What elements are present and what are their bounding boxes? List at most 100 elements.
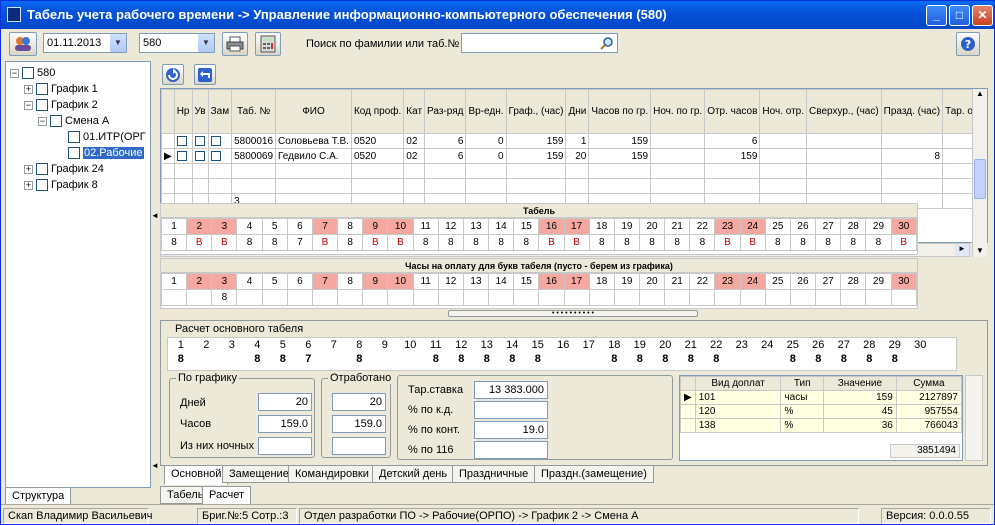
day-value[interactable]: 8 [840, 234, 867, 251]
day-value[interactable]: 8 [613, 234, 640, 251]
calculator-button[interactable] [255, 32, 281, 56]
checkbox[interactable] [210, 150, 221, 161]
column-header[interactable]: Код проф. [350, 89, 405, 134]
doplaty-cell[interactable]: 138 [694, 418, 782, 433]
tab-4[interactable]: Праздничные [452, 465, 536, 483]
cell-nochotr[interactable] [759, 133, 808, 149]
tree-node-grafik-8[interactable]: + График 8 [24, 177, 98, 193]
day-value[interactable]: В [739, 234, 766, 251]
cell-otr[interactable]: 6 [704, 133, 761, 149]
column-header[interactable]: Празд. (час) [880, 89, 944, 134]
day-value[interactable]: В [387, 234, 414, 251]
doplaty-scrollbar[interactable] [965, 375, 983, 461]
day-value[interactable] [865, 289, 892, 306]
cell-chgr[interactable]: 159 [588, 148, 652, 164]
structure-tree[interactable]: −580 + График 1 − График 2 − Смена А 01.ИТР… [5, 61, 151, 488]
cell-vr[interactable]: 0 [465, 148, 507, 164]
tree-node-smena-a[interactable]: − Смена А [38, 113, 109, 129]
day-value[interactable] [664, 289, 691, 306]
unit-select[interactable]: 580 ▼ [139, 33, 215, 53]
day-value[interactable]: 8 [261, 234, 288, 251]
checkbox[interactable] [36, 83, 48, 96]
cell-otr[interactable]: 159 [704, 148, 761, 164]
column-header[interactable]: Ноч. по гр. [650, 89, 706, 134]
tree-node-grafik-1[interactable]: + График 1 [24, 81, 98, 97]
day-value[interactable]: В [714, 234, 741, 251]
row-checkbox[interactable] [173, 148, 193, 164]
p116-field[interactable] [474, 441, 548, 459]
otr-night-field[interactable] [332, 437, 386, 455]
cell-kod[interactable]: 0520 [350, 133, 405, 149]
checkbox[interactable] [68, 131, 80, 144]
day-value[interactable]: 8 [764, 234, 791, 251]
cell-noch[interactable] [650, 148, 706, 164]
checkbox[interactable] [194, 150, 205, 161]
day-value[interactable] [412, 289, 439, 306]
day-value[interactable] [513, 289, 540, 306]
tab-2[interactable]: Командировки [288, 465, 376, 483]
doplaty-cell[interactable]: часы [780, 390, 824, 405]
doplaty-row[interactable]: 138% 36 766043 [680, 418, 963, 433]
day-value[interactable] [638, 289, 666, 306]
day-value[interactable] [538, 289, 565, 306]
checkbox[interactable] [176, 150, 187, 161]
checkbox[interactable] [210, 135, 221, 146]
day-value[interactable] [689, 289, 716, 306]
cell-graf[interactable]: 159 [505, 133, 567, 149]
doplaty-cell[interactable]: 957554 [895, 404, 963, 419]
cell-razr[interactable]: 6 [424, 148, 467, 164]
collapse-icon[interactable]: − [24, 100, 33, 110]
doplaty-cell[interactable]: 159 [822, 390, 897, 405]
arrow-right-icon[interactable]: ► [955, 244, 969, 256]
day-value[interactable]: 8 [689, 234, 716, 251]
checkbox[interactable] [50, 115, 62, 128]
day-value[interactable] [714, 289, 741, 306]
doplaty-cell[interactable]: 2127897 [895, 390, 963, 405]
cell-sverh[interactable] [806, 148, 882, 164]
row-checkbox[interactable] [191, 148, 209, 164]
column-header[interactable]: Сверхур., (час) [806, 89, 882, 134]
cell-razr[interactable]: 6 [424, 133, 467, 149]
doplaty-cell[interactable]: % [780, 418, 824, 433]
collapse-icon[interactable]: − [38, 116, 47, 126]
column-header[interactable]: Дни [565, 89, 590, 134]
cell-kat[interactable]: 02 [403, 133, 426, 149]
maximize-button[interactable]: □ [949, 5, 970, 26]
close-button[interactable]: ✕ [972, 5, 993, 26]
day-value[interactable]: 8 [865, 234, 892, 251]
cell-kat[interactable]: 02 [403, 148, 426, 164]
tree-node-rabochie[interactable]: 02.Рабочие [68, 145, 144, 161]
tab-5[interactable]: Праздн.(замещение) [534, 465, 654, 483]
column-header[interactable]: Граф., (час) [505, 89, 567, 134]
collapse-icon[interactable]: − [10, 68, 19, 78]
day-value[interactable]: В [362, 234, 389, 251]
kd-field[interactable] [474, 401, 548, 419]
splitter[interactable]: ◄ ◄ [151, 61, 159, 488]
column-header[interactable]: Вр-едн. [465, 89, 507, 134]
column-header[interactable]: Нр [173, 89, 193, 134]
day-value[interactable]: 8 [412, 234, 439, 251]
cell-tab[interactable]: 5800069 [231, 148, 277, 164]
checkbox[interactable] [36, 163, 48, 176]
column-header[interactable]: Ув [191, 89, 209, 134]
doplaty-column-header[interactable]: Тип [780, 376, 824, 391]
doplaty-cell[interactable]: 120 [694, 404, 782, 419]
grafik-night-field[interactable] [258, 437, 312, 455]
checkbox[interactable] [176, 135, 187, 146]
day-value[interactable]: В [211, 234, 238, 251]
cell-noch[interactable] [650, 133, 706, 149]
doplaty-cell[interactable]: % [780, 404, 824, 419]
vertical-scrollbar[interactable]: ▲ ▼ [972, 89, 987, 257]
day-value[interactable] [286, 289, 313, 306]
cell-chgr[interactable]: 159 [588, 133, 652, 149]
day-value[interactable] [563, 289, 590, 306]
search-icon[interactable] [600, 36, 614, 50]
day-value[interactable]: 8 [462, 234, 490, 251]
day-value[interactable] [840, 289, 867, 306]
cell-tab[interactable]: 5800016 [231, 133, 277, 149]
tree-node-grafik-2[interactable]: − График 2 [24, 97, 98, 113]
cell-dni[interactable]: 20 [565, 148, 590, 164]
checkbox[interactable] [194, 135, 205, 146]
column-header[interactable]: Отр. часов [704, 89, 761, 134]
day-value[interactable] [311, 289, 339, 306]
